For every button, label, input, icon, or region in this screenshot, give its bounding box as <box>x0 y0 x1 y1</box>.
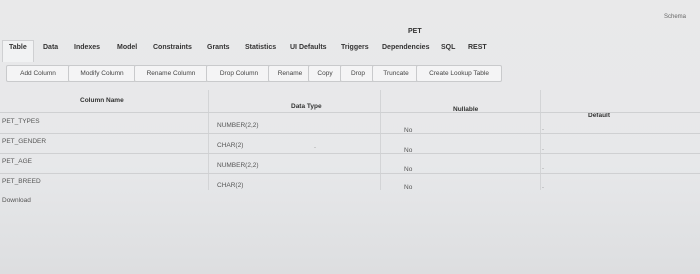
columns-grid: Column Name Data Type Nullable Default P… <box>0 90 700 200</box>
drop-button[interactable]: Drop <box>340 65 376 82</box>
copy-button[interactable]: Copy <box>308 65 342 82</box>
row-default-marker: - <box>542 185 544 191</box>
row-data-type: NUMBER(2,2) <box>217 162 259 169</box>
modify-column-button[interactable]: Modify Column <box>68 65 136 82</box>
row-column-name: PET_BREED <box>2 178 41 185</box>
tab-sql[interactable]: SQL <box>441 44 455 51</box>
tab-ui-defaults[interactable]: UI Defaults <box>290 44 327 51</box>
column-divider <box>380 90 381 190</box>
header-separator <box>0 112 700 113</box>
row-separator <box>0 133 700 134</box>
tab-rest[interactable]: REST <box>468 44 487 51</box>
download-link[interactable]: Download <box>2 197 31 204</box>
tab-model[interactable]: Model <box>117 44 137 51</box>
add-column-button[interactable]: Add Column <box>6 65 70 82</box>
row-separator <box>0 173 700 174</box>
rename-button[interactable]: Rename <box>268 65 312 82</box>
column-header-default[interactable]: Default <box>588 112 610 119</box>
row-default-marker: - <box>542 166 544 172</box>
top-bar: Schema <box>0 0 700 24</box>
tab-data[interactable]: Data <box>43 44 58 51</box>
column-header-data-type[interactable]: Data Type <box>291 103 322 110</box>
tab-statistics[interactable]: Statistics <box>245 44 276 51</box>
row-data-type: CHAR(2) <box>217 182 244 189</box>
drop-column-button[interactable]: Drop Column <box>206 65 272 82</box>
row-data-type: CHAR(2) <box>217 142 244 149</box>
tab-bar: Table Data Indexes Model Constraints Gra… <box>0 40 700 62</box>
tab-triggers[interactable]: Triggers <box>341 44 369 51</box>
tab-table[interactable]: Table <box>2 40 34 62</box>
row-data-type: NUMBER(2,2) <box>217 122 259 129</box>
row-column-name: PET_TYPES <box>2 118 40 125</box>
truncate-button[interactable]: Truncate <box>372 65 420 82</box>
row-nullable: No <box>404 184 413 191</box>
row-column-name: PET_GENDER <box>2 138 47 145</box>
row-nullable: No <box>404 166 413 173</box>
row-column-name: PET_AGE <box>2 158 32 165</box>
create-lookup-table-button[interactable]: Create Lookup Table <box>416 65 502 82</box>
column-divider <box>208 90 209 190</box>
column-divider <box>540 90 541 190</box>
tab-indexes[interactable]: Indexes <box>74 44 100 51</box>
rename-column-button[interactable]: Rename Column <box>134 65 208 82</box>
schema-button[interactable]: Schema <box>664 14 686 20</box>
object-title: PET <box>408 28 422 35</box>
tab-dependencies[interactable]: Dependencies <box>382 44 429 51</box>
tab-grants[interactable]: Grants <box>207 44 230 51</box>
column-header-name[interactable]: Column Name <box>80 97 124 104</box>
column-toolbar: Add Column Modify Column Rename Column D… <box>0 63 700 85</box>
tab-constraints[interactable]: Constraints <box>153 44 192 51</box>
row-type-marker: - <box>314 145 316 151</box>
row-separator <box>0 153 700 154</box>
